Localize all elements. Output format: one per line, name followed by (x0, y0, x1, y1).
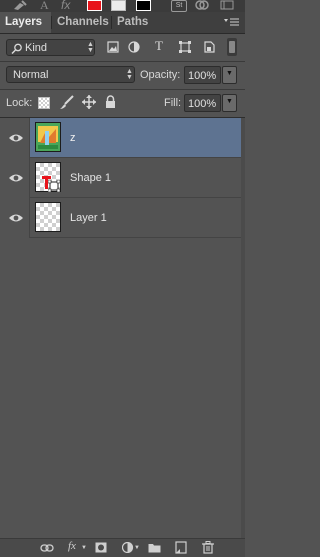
trash-icon[interactable] (202, 541, 214, 554)
opacity-dropdown-button[interactable]: ▼ (222, 66, 237, 84)
new-group-folder-icon[interactable] (148, 542, 161, 553)
search-icon (11, 43, 22, 54)
layer-name[interactable]: Shape 1 (70, 171, 111, 185)
layer-row-body[interactable]: z (30, 118, 241, 158)
layer-thumbnail (35, 202, 61, 232)
link-layers-icon[interactable] (40, 543, 54, 553)
layers-list: z Shape 1 Layer 1 (0, 118, 245, 538)
layer-name[interactable]: z (70, 131, 76, 145)
link-icon[interactable] (195, 0, 209, 11)
divider (0, 89, 245, 90)
new-layer-icon[interactable] (175, 541, 187, 554)
fill-value: 100% (188, 98, 217, 110)
new-adjustment-layer-icon[interactable] (122, 542, 134, 553)
lock-transparent-pixels-icon[interactable] (38, 97, 50, 109)
palette-icon[interactable] (220, 0, 234, 11)
lock-label: Lock: (6, 97, 33, 109)
layer-row-body[interactable]: Shape 1 (30, 158, 241, 198)
layer-row[interactable]: Shape 1 (0, 158, 241, 198)
adjustment-layer-filter-icon[interactable] (128, 41, 140, 53)
chevron-down-icon: ▼ (226, 70, 233, 77)
chevron-down-icon: ▼ (134, 545, 140, 551)
opacity-label: Opacity: (140, 69, 181, 81)
blend-mode-select[interactable]: Normal ▲ ▼ (6, 66, 135, 83)
filter-toggle-switch[interactable] (227, 38, 237, 56)
add-layer-style-icon[interactable]: fx (68, 540, 76, 552)
visibility-eye-icon[interactable] (8, 172, 24, 184)
tab-layers[interactable]: Layers (0, 12, 51, 33)
layer-name[interactable]: Layer 1 (70, 211, 107, 225)
fill-dropdown-button[interactable]: ▼ (222, 94, 237, 112)
shape-layer-badge-icon (48, 180, 60, 192)
layer-thumbnail (35, 122, 61, 152)
chevron-down-icon: ▼ (81, 545, 87, 551)
styles-icon[interactable]: St (171, 0, 187, 12)
fx-icon[interactable]: fx (61, 0, 70, 12)
opacity-value: 100% (188, 70, 217, 82)
color-swatch-white[interactable] (111, 0, 126, 11)
panel-menu-icon[interactable] (224, 17, 240, 28)
scrollbar[interactable] (241, 118, 245, 538)
background-color-swatch[interactable] (136, 0, 151, 11)
chevron-updown-icon: ▲ ▼ (126, 68, 133, 81)
tab-channels[interactable]: Channels (52, 12, 111, 33)
pixel-layer-filter-icon[interactable] (107, 41, 119, 53)
divider (0, 61, 245, 62)
top-toolbar-strip: A fx St (0, 0, 245, 12)
panel-tab-bar: Layers Channels Paths (0, 12, 245, 34)
fill-input[interactable]: 100% (184, 94, 221, 112)
lock-image-pixels-icon[interactable] (59, 95, 75, 110)
visibility-eye-icon[interactable] (8, 212, 24, 224)
lock-all-icon[interactable] (105, 95, 116, 109)
filter-kind-select[interactable]: Kind ▲ ▼ (6, 39, 95, 56)
layer-row-body[interactable]: Layer 1 (30, 198, 241, 238)
filter-kind-label: Kind (25, 42, 48, 54)
smart-object-filter-icon[interactable] (203, 41, 215, 53)
opacity-input[interactable]: 100% (184, 66, 221, 84)
add-mask-icon[interactable] (95, 542, 107, 553)
image-thumbnail (36, 123, 60, 151)
type-layer-filter-icon[interactable]: T (155, 38, 163, 54)
blend-mode-value: Normal (13, 69, 49, 81)
fill-label: Fill: (164, 97, 182, 109)
chevron-down-icon: ▼ (226, 98, 233, 105)
visibility-eye-icon[interactable] (8, 132, 24, 144)
shape-thumbnail-mark (42, 176, 51, 179)
brush-tool-icon[interactable] (12, 0, 28, 11)
lock-position-icon[interactable] (82, 95, 96, 109)
layer-row[interactable]: Layer 1 (0, 198, 241, 238)
shape-layer-filter-icon[interactable] (179, 41, 191, 53)
layers-bottom-toolbar: fx ▼ ▼ (0, 538, 245, 557)
layer-row[interactable]: z (0, 118, 241, 158)
foreground-color-swatch[interactable] (87, 0, 102, 11)
chevron-updown-icon: ▲ ▼ (87, 41, 94, 54)
toggle-knob (229, 41, 235, 53)
tab-paths[interactable]: Paths (112, 12, 152, 33)
